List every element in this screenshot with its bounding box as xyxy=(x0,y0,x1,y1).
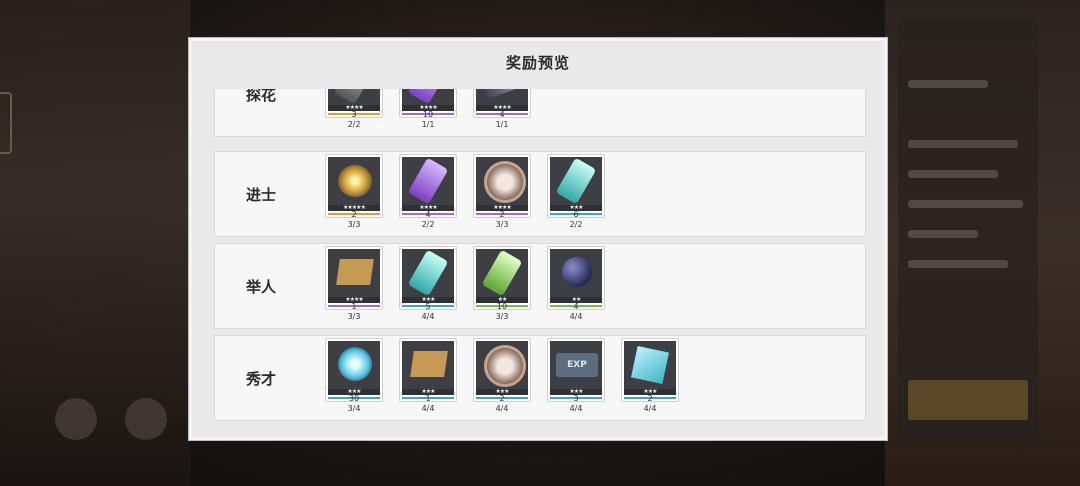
teal-crystal-icon xyxy=(402,249,454,297)
tier-label: 秀才 xyxy=(245,369,276,388)
item-quantity: 4 xyxy=(499,110,505,119)
gold-ore-icon xyxy=(328,157,380,205)
item-claim-count: 2/2 xyxy=(347,120,361,129)
item-quantity: 2 xyxy=(351,210,357,219)
reward-tier-row: 秀才 ★★★ 30 3/4 ★★★ 1 4/4 ★★★ 2 4/4 EXP ★★… xyxy=(214,335,866,421)
item-slot[interactable]: ★★★★★ xyxy=(325,154,383,218)
reward-item[interactable]: ★★★★★ 2 3/3 xyxy=(325,154,385,236)
item-slot[interactable]: EXP ★★★ xyxy=(547,338,605,402)
tier-label: 进士 xyxy=(245,185,276,204)
item-slot[interactable]: ★★★ xyxy=(621,338,679,402)
item-quantity: 2 xyxy=(647,394,653,403)
tier-label: 举人 xyxy=(245,277,276,296)
item-quantity: 10 xyxy=(496,302,508,311)
reward-item[interactable]: ★★★ 30 3/4 xyxy=(325,338,385,420)
reward-tier-row: 进士 ★★★★★ 2 3/3 ★★★★ 4 2/2 ★★★★ 2 3/3 ★★★… xyxy=(214,151,866,237)
reward-item[interactable]: ★★★ 5 4/4 xyxy=(399,246,459,328)
item-claim-count: 1/1 xyxy=(495,120,509,129)
item-quantity: 3 xyxy=(351,110,357,119)
ice-cube-icon xyxy=(624,341,676,389)
item-quantity: 1 xyxy=(351,302,357,311)
item-slot[interactable]: ★★ xyxy=(547,246,605,310)
item-claim-count: 4/4 xyxy=(643,404,657,413)
purple-crystal-icon xyxy=(402,89,454,105)
exp-book-icon: EXP xyxy=(550,341,602,389)
tier-label: 探花 xyxy=(245,89,276,104)
item-quantity: 30 xyxy=(348,394,360,403)
dialog-title: 奖励预览 xyxy=(505,54,570,72)
reward-item[interactable]: EXP ★★★ 3 4/4 xyxy=(547,338,607,420)
item-claim-count: 3/3 xyxy=(495,220,509,229)
reward-tier-row: 探花 ★★★★ 3 2/2 ★★★★ 10 1/1 ★★★★ 4 1/1 xyxy=(214,89,866,137)
item-claim-count: 3/3 xyxy=(347,220,361,229)
hexagon-icon xyxy=(0,92,12,154)
reward-item[interactable]: ★★ 10 3/3 xyxy=(473,246,533,328)
background-info-card xyxy=(898,20,1038,440)
reward-item[interactable]: ★★★★ 3 2/2 xyxy=(325,89,385,136)
item-quantity: 1 xyxy=(425,394,431,403)
reward-rows[interactable]: 探花 ★★★★ 3 2/2 ★★★★ 10 1/1 ★★★★ 4 1/1 进士 … xyxy=(214,89,866,422)
item-claim-count: 4/4 xyxy=(569,312,583,321)
purple-crystal-icon xyxy=(402,157,454,205)
green-crystal-icon xyxy=(476,249,528,297)
item-slot[interactable]: ★★★★ xyxy=(325,246,383,310)
item-claim-count: 3/3 xyxy=(347,312,361,321)
item-quantity: 6 xyxy=(573,210,579,219)
item-quantity: 10 xyxy=(422,110,434,119)
background-button xyxy=(55,398,97,440)
reward-item[interactable]: ★★★★ 1 3/3 xyxy=(325,246,385,328)
item-quantity: 5 xyxy=(425,302,431,311)
reward-item[interactable]: ★★★ 2 4/4 xyxy=(473,338,533,420)
reward-item[interactable]: ★★★★ 10 1/1 xyxy=(399,89,459,136)
emblem-coin-icon xyxy=(476,341,528,389)
reward-preview-dialog: 奖励预览 探花 ★★★★ 3 2/2 ★★★★ 10 1/1 ★★★★ 4 1/… xyxy=(189,38,887,440)
item-slot[interactable]: ★★★★ xyxy=(399,154,457,218)
item-claim-count: 4/4 xyxy=(421,312,435,321)
exp-label: EXP xyxy=(556,353,598,377)
item-quantity: 4 xyxy=(425,210,431,219)
reward-item[interactable]: ★★★★ 4 1/1 xyxy=(473,89,533,136)
item-slot[interactable]: ★★★ xyxy=(325,338,383,402)
item-quantity: 3 xyxy=(573,394,579,403)
teal-crystal-icon xyxy=(550,157,602,205)
reward-item[interactable]: ★★★ 2 4/4 xyxy=(621,338,681,420)
item-claim-count: 3/3 xyxy=(495,312,509,321)
item-claim-count: 4/4 xyxy=(495,404,509,413)
item-slot[interactable]: ★★★ xyxy=(473,338,531,402)
item-claim-count: 4/4 xyxy=(421,404,435,413)
reward-tier-row: 举人 ★★★★ 1 3/3 ★★★ 5 4/4 ★★ 10 3/3 ★★ 4 4… xyxy=(214,243,866,329)
item-claim-count: 3/4 xyxy=(347,404,361,413)
reward-item[interactable]: ★★★★ 2 3/3 xyxy=(473,154,533,236)
item-slot[interactable]: ★★ xyxy=(473,246,531,310)
emblem-coin-icon xyxy=(476,157,528,205)
item-claim-count: 2/2 xyxy=(569,220,583,229)
gem-pile-icon xyxy=(328,89,380,105)
background-button xyxy=(125,398,167,440)
item-slot[interactable]: ★★★ xyxy=(399,338,457,402)
reward-item[interactable]: ★★ 4 4/4 xyxy=(547,246,607,328)
blue-crystal-icon xyxy=(328,341,380,389)
item-claim-count: 4/4 xyxy=(569,404,583,413)
dark-orb-icon xyxy=(550,249,602,297)
reward-item[interactable]: ★★★★ 4 2/2 xyxy=(399,154,459,236)
item-quantity: 2 xyxy=(499,210,505,219)
item-slot[interactable]: ★★★★ xyxy=(473,154,531,218)
item-quantity: 4 xyxy=(573,302,579,311)
item-quantity: 2 xyxy=(499,394,505,403)
reward-item[interactable]: ★★★ 6 2/2 xyxy=(547,154,607,236)
treasure-box-icon xyxy=(402,341,454,389)
reward-item[interactable]: ★★★ 1 4/4 xyxy=(399,338,459,420)
item-slot[interactable]: ★★★ xyxy=(399,246,457,310)
weapon-icon xyxy=(476,89,528,105)
item-slot[interactable]: ★★★ xyxy=(547,154,605,218)
item-claim-count: 2/2 xyxy=(421,220,435,229)
treasure-box-icon xyxy=(328,249,380,297)
item-claim-count: 1/1 xyxy=(421,120,435,129)
